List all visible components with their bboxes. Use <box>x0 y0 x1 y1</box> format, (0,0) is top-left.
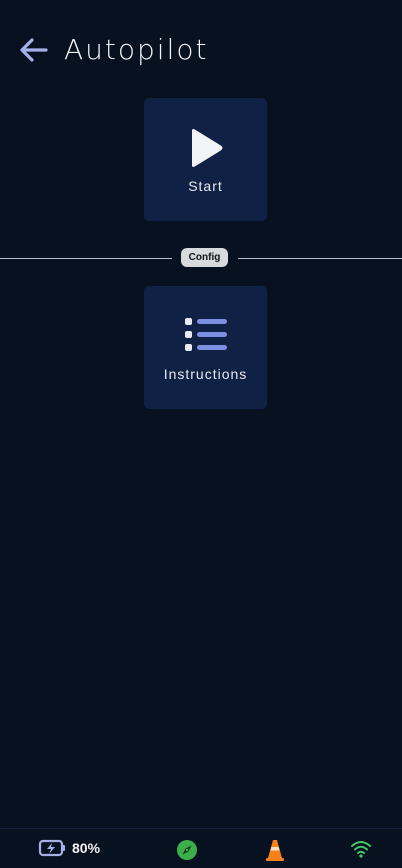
compass-icon <box>177 840 197 860</box>
config-chip: Config <box>181 248 228 267</box>
instructions-label: Instructions <box>163 366 248 382</box>
compass-status <box>176 839 198 861</box>
start-label: Start <box>188 178 223 194</box>
back-button[interactable] <box>14 30 54 70</box>
cone-status <box>265 839 285 861</box>
page-title: Autopilot <box>64 33 209 66</box>
instructions-button[interactable]: Instructions <box>144 286 267 409</box>
traffic-cone-icon <box>266 840 284 861</box>
battery-charging-icon <box>38 839 65 857</box>
start-button[interactable]: Start <box>144 98 267 221</box>
play-icon <box>191 129 222 167</box>
battery-percent: 80% <box>72 840 101 856</box>
wifi-icon <box>351 841 371 858</box>
app-header: Autopilot <box>0 0 402 100</box>
list-icon <box>184 318 227 351</box>
wifi-status <box>350 839 372 859</box>
status-bar: 80% <box>0 828 402 868</box>
arrow-left-icon <box>20 38 48 62</box>
battery-status: 80% <box>38 839 100 857</box>
divider-line-right <box>238 257 402 259</box>
divider-line-left <box>0 257 172 259</box>
config-divider: Config <box>0 248 402 268</box>
